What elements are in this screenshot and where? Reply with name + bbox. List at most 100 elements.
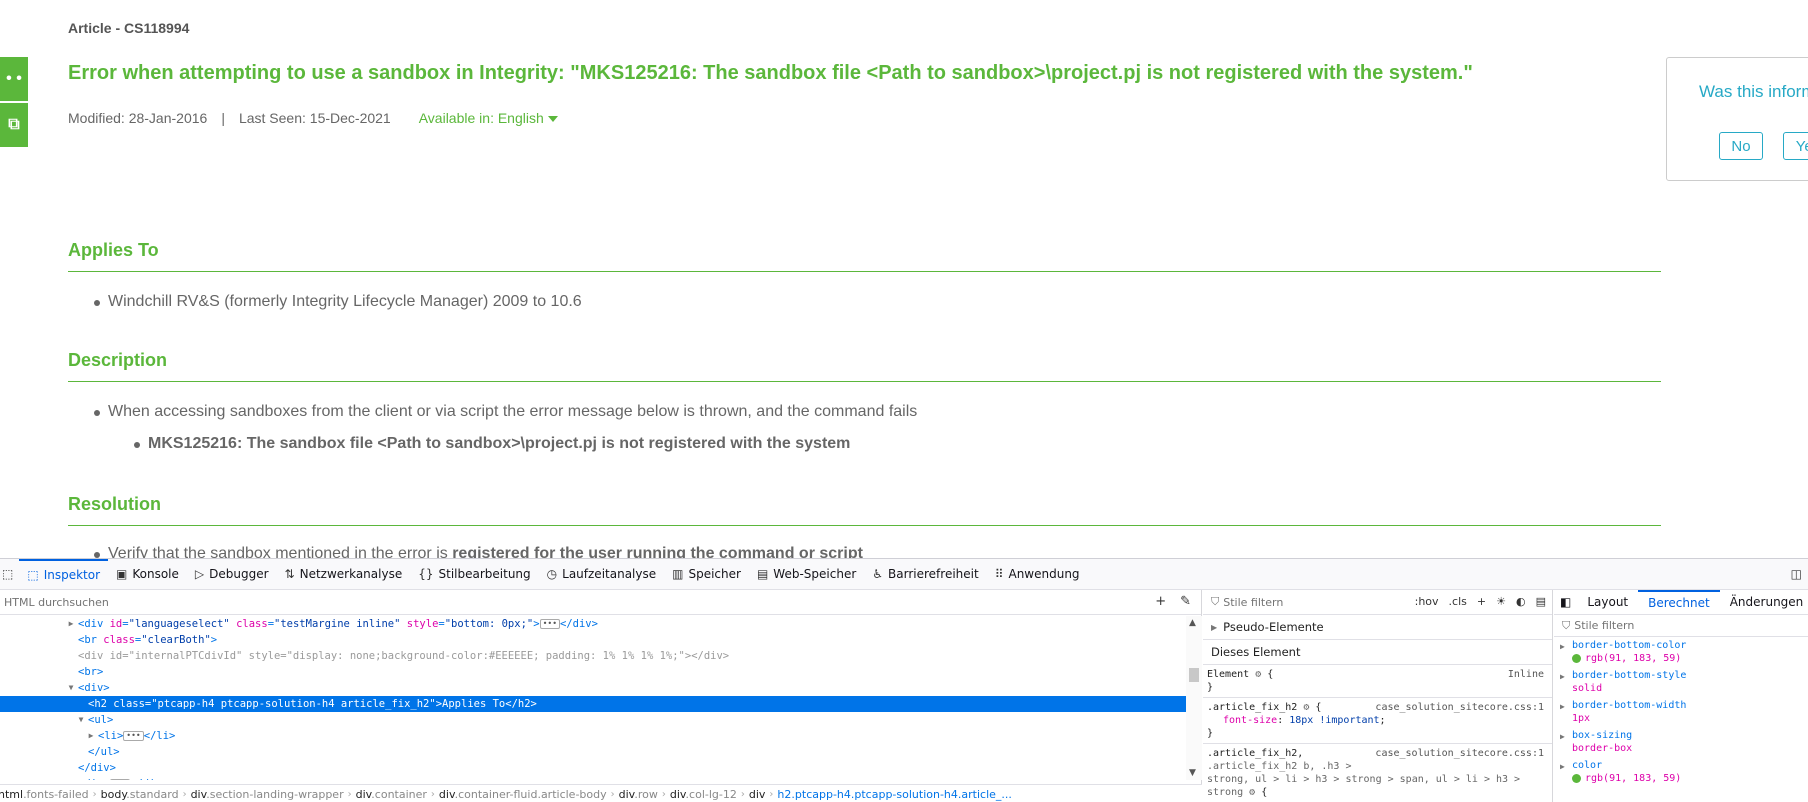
breadcrumb-item[interactable]: div.container-fluid.article-body — [435, 788, 611, 801]
add-rule-icon[interactable]: + — [1477, 595, 1486, 608]
feedback-no-button[interactable]: No — [1719, 132, 1763, 160]
dom-node[interactable]: <div id="internalPTCdivId" style="displa… — [0, 648, 1186, 664]
add-node-icon[interactable]: + — [1155, 594, 1166, 609]
toggle-sidebar-icon[interactable]: ◧ — [1554, 590, 1577, 614]
dom-node[interactable]: ▼ <div> — [0, 680, 1186, 696]
breadcrumb-item[interactable]: div.section-landing-wrapper — [187, 788, 348, 801]
print-media-icon[interactable]: ▤ — [1536, 595, 1546, 608]
tab-inspektor[interactable]: ⬚ Inspektor — [19, 559, 109, 589]
scrollbar-thumb[interactable] — [1189, 668, 1199, 682]
breadcrumb-item[interactable]: div.row — [615, 788, 662, 801]
computed-property[interactable]: ▶ border-bottom-color rgb(91, 183, 59) — [1554, 637, 1808, 667]
breadcrumb-item[interactable]: div.col-lg-12 — [666, 788, 741, 801]
dom-node[interactable]: ▼ <ul> — [0, 712, 1186, 728]
tab-barrierefreiheit[interactable]: ♿ Barrierefreiheit — [864, 559, 986, 589]
console-icon: ▣ — [116, 567, 128, 581]
breadcrumb-item[interactable]: body.standard — [97, 788, 183, 801]
dom-node[interactable]: ▶<div>•••</div> — [0, 776, 1186, 780]
computed-filter-input[interactable]: Stile filtern — [1574, 619, 1634, 632]
html-search[interactable]: HTML durchsuchen + ✎ — [0, 590, 1201, 615]
property-value: solid — [1572, 682, 1808, 695]
language-select[interactable]: Available in: English — [419, 110, 558, 126]
computed-property[interactable]: ▶ border-bottom-width 1px — [1554, 697, 1808, 727]
rule-selector-continued: .article_fix_h2 b, .h3 > — [1207, 761, 1352, 772]
dock-side-icon[interactable]: ◫ — [1791, 567, 1802, 581]
dom-node[interactable]: ▶ <div id="languageselect" class="testMar… — [0, 616, 1186, 632]
eyedropper-icon[interactable]: ✎ — [1180, 594, 1191, 609]
expand-arrow-icon[interactable]: ▶ — [1560, 700, 1565, 713]
collapse-arrow-icon[interactable]: ▼ — [76, 712, 86, 728]
gear-icon[interactable]: ⚙ — [1249, 787, 1255, 798]
dom-node[interactable]: <br class="clearBoth"> — [0, 632, 1186, 648]
tab-berechnet[interactable]: Berechnet — [1638, 590, 1720, 614]
more-actions-button[interactable]: • • — [0, 57, 28, 101]
gear-icon[interactable]: ⚙ — [1255, 669, 1261, 680]
tab-stilbearbeitung[interactable]: {} Stilbearbeitung — [410, 559, 538, 589]
list-item: When accessing sandboxes from the client… — [93, 403, 918, 420]
light-mode-icon[interactable]: ☀ — [1496, 595, 1506, 608]
computed-filter[interactable]: ⛉ Stile filtern — [1554, 615, 1808, 637]
scroll-up-icon[interactable]: ▲ — [1189, 618, 1196, 628]
styles-filter-input[interactable]: Stile filtern — [1223, 596, 1283, 609]
dom-node-selected[interactable]: <h2 class="ptcapp-h4 ptcapp-solution-h4 … — [0, 696, 1186, 712]
tab-konsole[interactable]: ▣ Konsole — [108, 559, 187, 589]
pseudo-elements-section[interactable]: ▶ Pseudo-Elemente — [1203, 615, 1552, 640]
tab-layout[interactable]: Layout — [1577, 590, 1638, 614]
element-picker-icon[interactable]: ⬚ — [0, 559, 19, 589]
expand-arrow-icon[interactable]: ▶ — [86, 728, 96, 744]
rule-source[interactable]: case_solution_sitecore.css:1 — [1375, 701, 1544, 714]
expand-arrow-icon[interactable]: ▶ — [1560, 730, 1565, 743]
rule-source[interactable]: case_solution_sitecore.css:1 — [1375, 747, 1544, 760]
css-rule[interactable]: .article_fix_h2 ⚙ { case_solution_siteco… — [1203, 698, 1552, 744]
dom-node[interactable]: ▶ <li> ••• </li> — [0, 728, 1186, 744]
chat-button[interactable]: ⧉ — [0, 103, 28, 147]
tab-debugger[interactable]: ▷ Debugger — [187, 559, 277, 589]
styles-filter[interactable]: ⛉ Stile filtern :hov .cls + ☀ ◐ ▤ — [1203, 590, 1552, 615]
class-toggle[interactable]: .cls — [1449, 595, 1467, 608]
tab-netzwerkanalyse[interactable]: ⇅ Netzwerkanalyse — [277, 559, 411, 589]
css-rule[interactable]: .article_fix_h2, case_solution_sitecore.… — [1203, 744, 1552, 802]
scroll-down-icon[interactable]: ▼ — [1189, 768, 1196, 778]
rule-selector: Element — [1207, 669, 1250, 680]
dom-node[interactable]: </ul> — [0, 744, 1186, 760]
breadcrumb-item[interactable]: h2.ptcapp-h4.ptcapp-solution-h4.article_… — [773, 788, 1015, 801]
dark-mode-icon[interactable]: ◐ — [1516, 595, 1526, 608]
expand-arrow-icon[interactable]: ▶ — [1211, 623, 1217, 632]
dom-tree[interactable]: ▶ <div id="languageselect" class="testMar… — [0, 616, 1186, 780]
tab-speicher[interactable]: ▥ Speicher — [664, 559, 749, 589]
tab-änderungen[interactable]: Änderungen — [1720, 590, 1808, 614]
expand-arrow-icon[interactable]: ▶ — [66, 776, 76, 780]
computed-property[interactable]: ▶ box-sizing border-box — [1554, 727, 1808, 757]
storage-icon: ▤ — [756, 567, 769, 581]
dom-node[interactable]: </div> — [0, 760, 1186, 776]
tab-label: Konsole — [132, 567, 179, 581]
tab-laufzeitanalyse[interactable]: ◷ Laufzeitanalyse — [539, 559, 664, 589]
expand-arrow-icon[interactable]: ▶ — [1560, 760, 1565, 773]
computed-view: ◧ Layout Berechnet Änderungen ⛉ Stile filte… — [1554, 590, 1808, 802]
breadcrumb-tag: div — [438, 787, 455, 801]
color-swatch[interactable] — [1572, 773, 1581, 783]
css-rule[interactable]: Element ⚙ { Inline } — [1203, 665, 1552, 698]
breadcrumb-item[interactable]: div — [745, 788, 770, 801]
breadcrumb-item[interactable]: div.container — [352, 788, 431, 801]
collapse-arrow-icon[interactable]: ▼ — [66, 680, 76, 696]
gear-icon[interactable]: ⚙ — [1303, 702, 1309, 713]
dom-node[interactable]: <br> — [0, 664, 1186, 680]
more-dots-icon: • • — [6, 70, 22, 87]
tab-web-speicher[interactable]: ▤ Web-Speicher — [749, 559, 864, 589]
html-search-input[interactable]: HTML durchsuchen — [4, 596, 109, 609]
tab-anwendung[interactable]: ⠿ Anwendung — [987, 559, 1088, 589]
computed-property[interactable]: ▶ color rgb(91, 183, 59) — [1554, 757, 1808, 787]
markup-scrollbar[interactable]: ▲ ▼ — [1186, 616, 1202, 780]
expand-arrow-icon[interactable]: ▶ — [1560, 640, 1565, 653]
color-swatch[interactable] — [1572, 653, 1581, 663]
css-property[interactable]: font-size — [1207, 715, 1277, 726]
computed-property[interactable]: ▶ border-bottom-style solid — [1554, 667, 1808, 697]
breadcrumb-item[interactable]: html.fonts-failed — [0, 788, 93, 801]
hover-toggle[interactable]: :hov — [1415, 595, 1439, 608]
expand-arrow-icon[interactable]: ▶ — [1560, 670, 1565, 683]
css-value[interactable]: 18px !important — [1289, 715, 1379, 726]
feedback-yes-button[interactable]: Yes — [1783, 132, 1808, 160]
expand-arrow-icon[interactable]: ▶ — [66, 616, 76, 632]
tab-label: Inspektor — [43, 568, 101, 582]
